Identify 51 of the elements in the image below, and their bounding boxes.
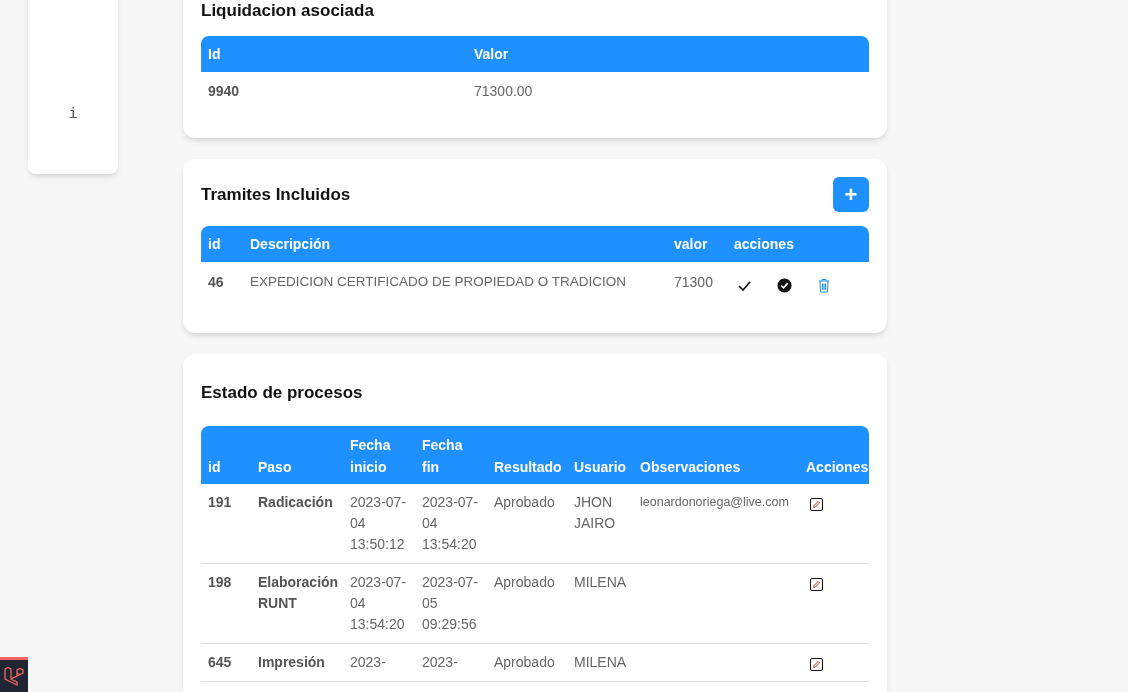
check-circle-icon[interactable] — [777, 278, 792, 293]
table-cell: 198 — [201, 563, 251, 643]
table-cell: 2023-07-04 13:54:20 — [415, 483, 487, 563]
column-header: Id — [201, 36, 467, 72]
table-cell: Aprobado — [487, 563, 567, 643]
table-cell: Elaboración RUNT — [251, 563, 343, 643]
table-cell: 2023-07-04 13:54:20 — [343, 563, 415, 643]
table-cell: 71300.00 — [467, 72, 869, 110]
edit-icon[interactable] — [810, 577, 823, 591]
table-cell: MILENA — [567, 643, 633, 681]
table-cell: MILENA — [567, 563, 633, 643]
table-cell: 645 — [201, 643, 251, 681]
table-cell: Impresión — [251, 643, 343, 681]
column-header: id — [201, 425, 251, 484]
column-header: Fecha inicio — [343, 425, 415, 484]
table-cell: leonardonoriega@live.com — [633, 483, 799, 563]
column-header: Valor — [467, 36, 869, 72]
table-cell: JHON JAIRO — [567, 483, 633, 563]
table-cell: Aprobado — [487, 643, 567, 681]
table-cell: 2023-07-04 13:50:12 — [343, 483, 415, 563]
table-cell: 9940 — [201, 72, 467, 110]
column-header: Acciones — [799, 425, 869, 484]
edit-icon[interactable] — [810, 657, 823, 671]
table-cell: 71300 — [667, 262, 727, 293]
table-cell: 2023- — [343, 643, 415, 681]
table-cell: 2023- — [415, 643, 487, 681]
trash-icon[interactable] — [818, 278, 830, 293]
debug-bar-button[interactable] — [0, 657, 28, 692]
framework-logo-icon — [4, 666, 24, 686]
column-header: Observaciones — [633, 425, 799, 484]
add-button[interactable]: + — [833, 177, 869, 212]
section-title: Liquidacion asociada — [201, 0, 375, 22]
column-header: acciones — [727, 226, 869, 262]
column-header: Fecha fin — [415, 425, 487, 484]
column-header: Descripción — [243, 226, 667, 262]
table-cell: Aprobado — [487, 483, 567, 563]
column-header: Paso — [251, 425, 343, 484]
check-icon[interactable] — [738, 280, 751, 291]
table-cell: 46 — [201, 262, 243, 293]
table-cell: Radicación — [251, 483, 343, 563]
section-title: Tramites Incluidos — [201, 183, 351, 206]
info-label: i — [68, 104, 78, 125]
column-header: id — [201, 226, 243, 262]
column-header: valor — [667, 226, 727, 262]
edit-icon[interactable] — [810, 497, 823, 511]
table-cell: 191 — [201, 483, 251, 563]
section-title: Estado de procesos — [201, 382, 364, 404]
table-cell: 2023-07-05 09:29:56 — [415, 563, 487, 643]
table-cell: EXPEDICION CERTIFICADO DE PROPIEDAD O TRADICION — [243, 262, 667, 293]
column-header: Resultado — [487, 425, 567, 484]
column-header: Usuario — [567, 425, 633, 484]
